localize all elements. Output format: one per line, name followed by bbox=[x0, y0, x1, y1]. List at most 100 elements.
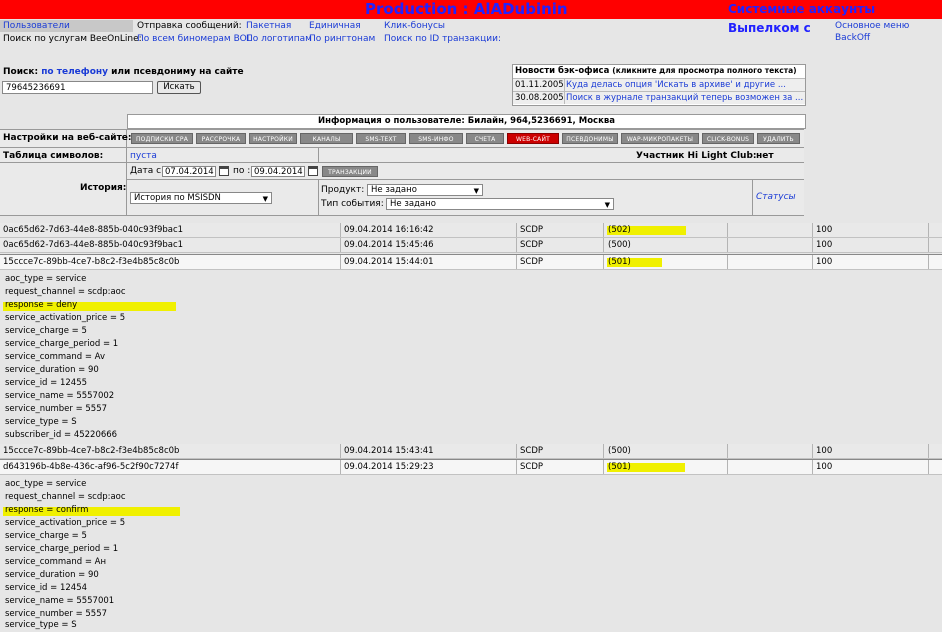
cell-code: (502) bbox=[608, 225, 631, 235]
divider bbox=[318, 180, 319, 215]
table-row[interactable]: 0ac65d62-7d63-44e8-885b-040c93f9bac1 09.… bbox=[0, 238, 942, 253]
search-button[interactable]: Искать bbox=[157, 81, 201, 94]
cell-type: SCDP bbox=[520, 462, 544, 472]
table-row-selected[interactable]: 15ccce7c-89bb-4ce7-b8c2-f3e4b85c8c0b 09.… bbox=[0, 254, 942, 270]
divider bbox=[727, 255, 728, 269]
table-row[interactable]: 0ac65d62-7d63-44e8-885b-040c93f9bac1 09.… bbox=[0, 223, 942, 238]
news-text[interactable]: Поиск в журнале транзакций теперь возмож… bbox=[566, 92, 803, 104]
cell-id: d643196b-4b8e-436c-af96-5c2f90c7274f bbox=[3, 462, 179, 472]
divider bbox=[928, 238, 929, 252]
link-by-transaction-id[interactable]: Поиск по ID транзакции: bbox=[384, 33, 501, 45]
tab-wap-micropackets[interactable]: WAP-МИКРОПАКЕТЫ bbox=[621, 133, 699, 144]
history-select-value: История по MSISDN bbox=[134, 193, 221, 203]
tab-sms-text[interactable]: SMS-TEXT bbox=[356, 133, 406, 144]
detail-line: service_name = 5557002 bbox=[5, 391, 115, 401]
transactions-button[interactable]: ТРАНЗАКЦИИ bbox=[322, 166, 378, 177]
divider bbox=[727, 223, 728, 237]
search-label: Поиск: по телефону или псевдониму на сай… bbox=[3, 67, 244, 77]
menu-send-label: Отправка сообщений: bbox=[137, 21, 242, 31]
charset-label: Таблица символов: bbox=[3, 151, 104, 161]
event-type-label: Тип события: bbox=[321, 199, 384, 209]
statuses-link[interactable]: Статусы bbox=[756, 192, 796, 202]
cell-time: 09.04.2014 15:45:46 bbox=[344, 240, 434, 250]
divider bbox=[603, 223, 604, 237]
menu-click-bonuses[interactable]: Клик-бонусы bbox=[384, 20, 445, 32]
tab-click-bonus[interactable]: CLICK-BONUS bbox=[702, 133, 754, 144]
divider bbox=[516, 223, 517, 237]
cell-amount: 100 bbox=[816, 462, 833, 472]
cell-amount: 100 bbox=[816, 225, 833, 235]
search-suffix: или псевдониму на сайте bbox=[111, 67, 244, 77]
menu-batch[interactable]: Пакетная bbox=[246, 20, 291, 32]
services-search-label: Поиск по услугам BeeOnLine: bbox=[3, 34, 142, 44]
divider bbox=[812, 255, 813, 269]
product-select[interactable]: Не задано ▼ bbox=[367, 184, 483, 196]
event-type-select[interactable]: Не задано ▼ bbox=[386, 198, 614, 210]
news-item[interactable]: 30.08.2005 Поиск в журнале транзакций те… bbox=[513, 91, 805, 104]
detail-line: service_command = Ан bbox=[5, 557, 107, 567]
cell-id: 15ccce7c-89bb-4ce7-b8c2-f3e4b85c8c0b bbox=[3, 446, 180, 456]
cell-code: (500) bbox=[608, 446, 631, 456]
detail-line: service_activation_price = 5 bbox=[5, 313, 126, 323]
news-date: 01.11.2005 bbox=[515, 80, 564, 90]
detail-line: service_id = 12454 bbox=[5, 583, 88, 593]
tab-sms-info[interactable]: SMS-ИНФО bbox=[409, 133, 463, 144]
divider bbox=[603, 460, 604, 474]
menu-single[interactable]: Единичная bbox=[309, 20, 361, 32]
news-item[interactable]: 01.11.2005 Куда делась опция 'Искать в а… bbox=[513, 78, 805, 91]
table-row-selected[interactable]: d643196b-4b8e-436c-af96-5c2f90c7274f 09.… bbox=[0, 459, 942, 475]
divider bbox=[603, 255, 604, 269]
divider bbox=[0, 215, 804, 216]
chevron-down-icon: ▼ bbox=[262, 195, 268, 203]
club-label: Участник Hi Light Club: bbox=[636, 151, 757, 161]
tab-subscriptions-cpa[interactable]: ПОДПИСКИ СРА bbox=[131, 133, 193, 144]
cell-type: SCDP bbox=[520, 240, 544, 250]
divider bbox=[340, 255, 341, 269]
user-info-header: Информация о пользователе: Билайн, 964,5… bbox=[127, 114, 806, 129]
tab-website[interactable]: WEB-САЙТ bbox=[507, 133, 559, 144]
divider bbox=[516, 255, 517, 269]
tab-channels[interactable]: КАНАЛЫ bbox=[300, 133, 353, 144]
link-by-ringtones[interactable]: По рингтонам bbox=[309, 33, 375, 45]
cell-time: 09.04.2014 15:29:23 bbox=[344, 462, 434, 472]
cell-code: (501) bbox=[608, 257, 631, 267]
cell-code: (500) bbox=[608, 240, 631, 250]
news-divider bbox=[564, 79, 565, 91]
search-by-phone-link[interactable]: по телефону bbox=[41, 67, 108, 77]
calendar-icon[interactable] bbox=[308, 166, 318, 176]
tab-settings[interactable]: НАСТРОЙКИ bbox=[249, 133, 297, 144]
tab-accounts[interactable]: СЧЕТА bbox=[466, 133, 504, 144]
phone-input[interactable] bbox=[2, 81, 153, 94]
detail-line: aoc_type = service bbox=[5, 274, 87, 284]
news-box: Новости бэк-офиса (кликните для просмотр… bbox=[512, 64, 806, 106]
calendar-icon[interactable] bbox=[219, 166, 229, 176]
menu-users[interactable]: Пользователи bbox=[3, 20, 70, 32]
date-to-input[interactable]: 09.04.2014 bbox=[251, 166, 305, 177]
news-text[interactable]: Куда делась опция 'Искать в архиве' и др… bbox=[566, 79, 786, 91]
table-row[interactable]: 15ccce7c-89bb-4ce7-b8c2-f3e4b85c8c0b 09.… bbox=[0, 444, 942, 459]
detail-line: request_channel = scdp:aoc bbox=[5, 287, 126, 297]
charset-value[interactable]: пуста bbox=[130, 151, 157, 161]
cell-id: 0ac65d62-7d63-44e8-885b-040c93f9bac1 bbox=[3, 225, 184, 235]
detail-line: service_charge_period = 1 bbox=[5, 544, 119, 554]
product-select-value: Не задано bbox=[371, 185, 417, 195]
tab-aliases[interactable]: ПСЕВДОНИМЫ bbox=[562, 133, 618, 144]
chevron-down-icon: ▼ bbox=[473, 187, 479, 195]
cell-id: 0ac65d62-7d63-44e8-885b-040c93f9bac1 bbox=[3, 240, 184, 250]
detail-line: service_command = Av bbox=[5, 352, 105, 362]
tab-delete[interactable]: УДАЛИТЬ bbox=[757, 133, 800, 144]
tab-installment[interactable]: РАССРОЧКА bbox=[196, 133, 246, 144]
link-by-logos[interactable]: По логотипам bbox=[246, 33, 312, 45]
news-title: Новости бэк-офиса bbox=[515, 66, 610, 76]
link-all-binomials[interactable]: По всем биномерам BOL bbox=[137, 33, 252, 45]
date-from-input[interactable]: 07.04.2014 bbox=[162, 166, 216, 177]
settings-label: Настройки на веб-сайте: bbox=[3, 133, 132, 143]
menu-main[interactable]: Основное меню BackOff bbox=[835, 20, 942, 44]
news-header: Новости бэк-офиса (кликните для просмотр… bbox=[515, 66, 797, 76]
cell-time: 09.04.2014 16:16:42 bbox=[344, 225, 434, 235]
divider bbox=[603, 238, 604, 252]
history-select[interactable]: История по MSISDN ▼ bbox=[130, 192, 272, 204]
detail-line: service_type = S bbox=[5, 417, 77, 427]
divider bbox=[340, 238, 341, 252]
detail-line: subscriber_id = 45220666 bbox=[5, 430, 118, 440]
